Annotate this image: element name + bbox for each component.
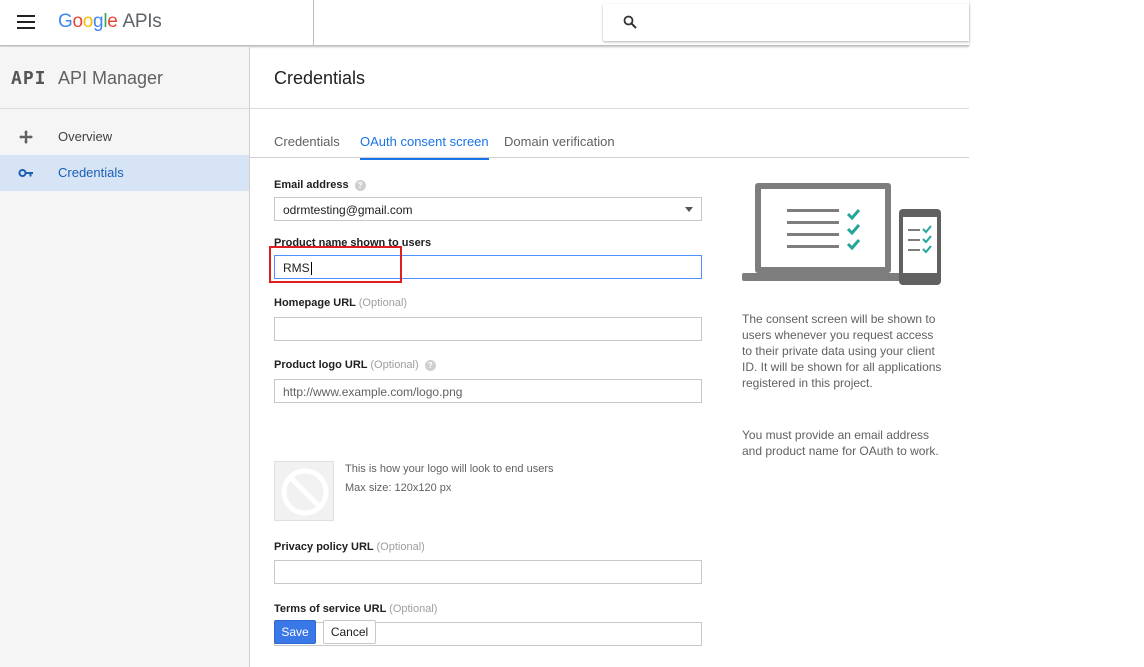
email-select[interactable]: odrmtesting@gmail.com [274, 197, 702, 221]
privacy-policy-url-field[interactable] [274, 560, 702, 584]
consent-screen-illustration [742, 183, 941, 285]
sidebar-item-credentials[interactable]: Credentials [0, 155, 249, 191]
page-header: Credentials [250, 47, 969, 109]
google-apis-logo[interactable]: Google APIs [58, 11, 162, 33]
page: Google APIs API API Manager Overview Cre… [0, 0, 1144, 667]
info-paragraph-2: You must provide an email address and pr… [742, 428, 939, 458]
tab-credentials[interactable]: Credentials [274, 134, 340, 158]
product-name-field[interactable]: RMS [274, 255, 702, 279]
email-label: Email address? [274, 179, 366, 191]
logo-url-label: Product logo URL (Optional)? [274, 359, 436, 371]
api-icon: API [11, 68, 47, 89]
sidebar-title: API Manager [58, 68, 164, 88]
logo-hint-line1: This is how your logo will look to end u… [345, 463, 554, 475]
search-box[interactable] [603, 4, 969, 41]
overview-diamond-icon [19, 130, 33, 144]
search-icon[interactable] [623, 15, 637, 29]
homepage-label: Homepage URL (Optional) [274, 297, 408, 309]
cancel-button[interactable]: Cancel [323, 620, 376, 644]
logo-hint-line2: Max size: 120x120 px [345, 482, 452, 494]
dropdown-arrow-icon [685, 207, 693, 212]
topbar-divider [313, 0, 314, 46]
no-image-icon [281, 468, 329, 516]
text-caret [310, 262, 312, 275]
logo-preview [274, 461, 334, 521]
sidebar-item-label: Overview [58, 129, 113, 144]
info-paragraph-1: The consent screen will be shown to user… [742, 312, 942, 390]
sidebar: API API Manager Overview Credentials [0, 47, 250, 667]
privacy-label: Privacy policy URL (Optional) [274, 541, 425, 553]
help-icon[interactable]: ? [354, 179, 366, 191]
sidebar-item-label: Credentials [58, 165, 124, 180]
key-icon [18, 169, 33, 177]
tab-domain-verification[interactable]: Domain verification [504, 134, 615, 158]
top-bar: Google APIs [0, 0, 969, 46]
terms-label: Terms of service URL (Optional) [274, 603, 438, 615]
save-button[interactable]: Save [274, 620, 316, 644]
search-input[interactable] [647, 10, 957, 34]
page-title: Credentials [274, 68, 366, 88]
tab-bar: Credentials OAuth consent screen Domain … [250, 125, 969, 160]
tab-oauth-consent-screen[interactable]: OAuth consent screen [360, 134, 489, 160]
help-icon[interactable]: ? [424, 359, 436, 371]
sidebar-header: API API Manager [0, 47, 249, 109]
main-content: Credentials Credentials OAuth consent sc… [250, 47, 969, 667]
menu-icon[interactable] [17, 15, 35, 29]
sidebar-item-overview[interactable]: Overview [0, 119, 249, 155]
logo-url-field[interactable]: http://www.example.com/logo.png [274, 379, 702, 403]
product-name-label: Product name shown to users [274, 237, 432, 249]
homepage-url-field[interactable] [274, 317, 702, 341]
